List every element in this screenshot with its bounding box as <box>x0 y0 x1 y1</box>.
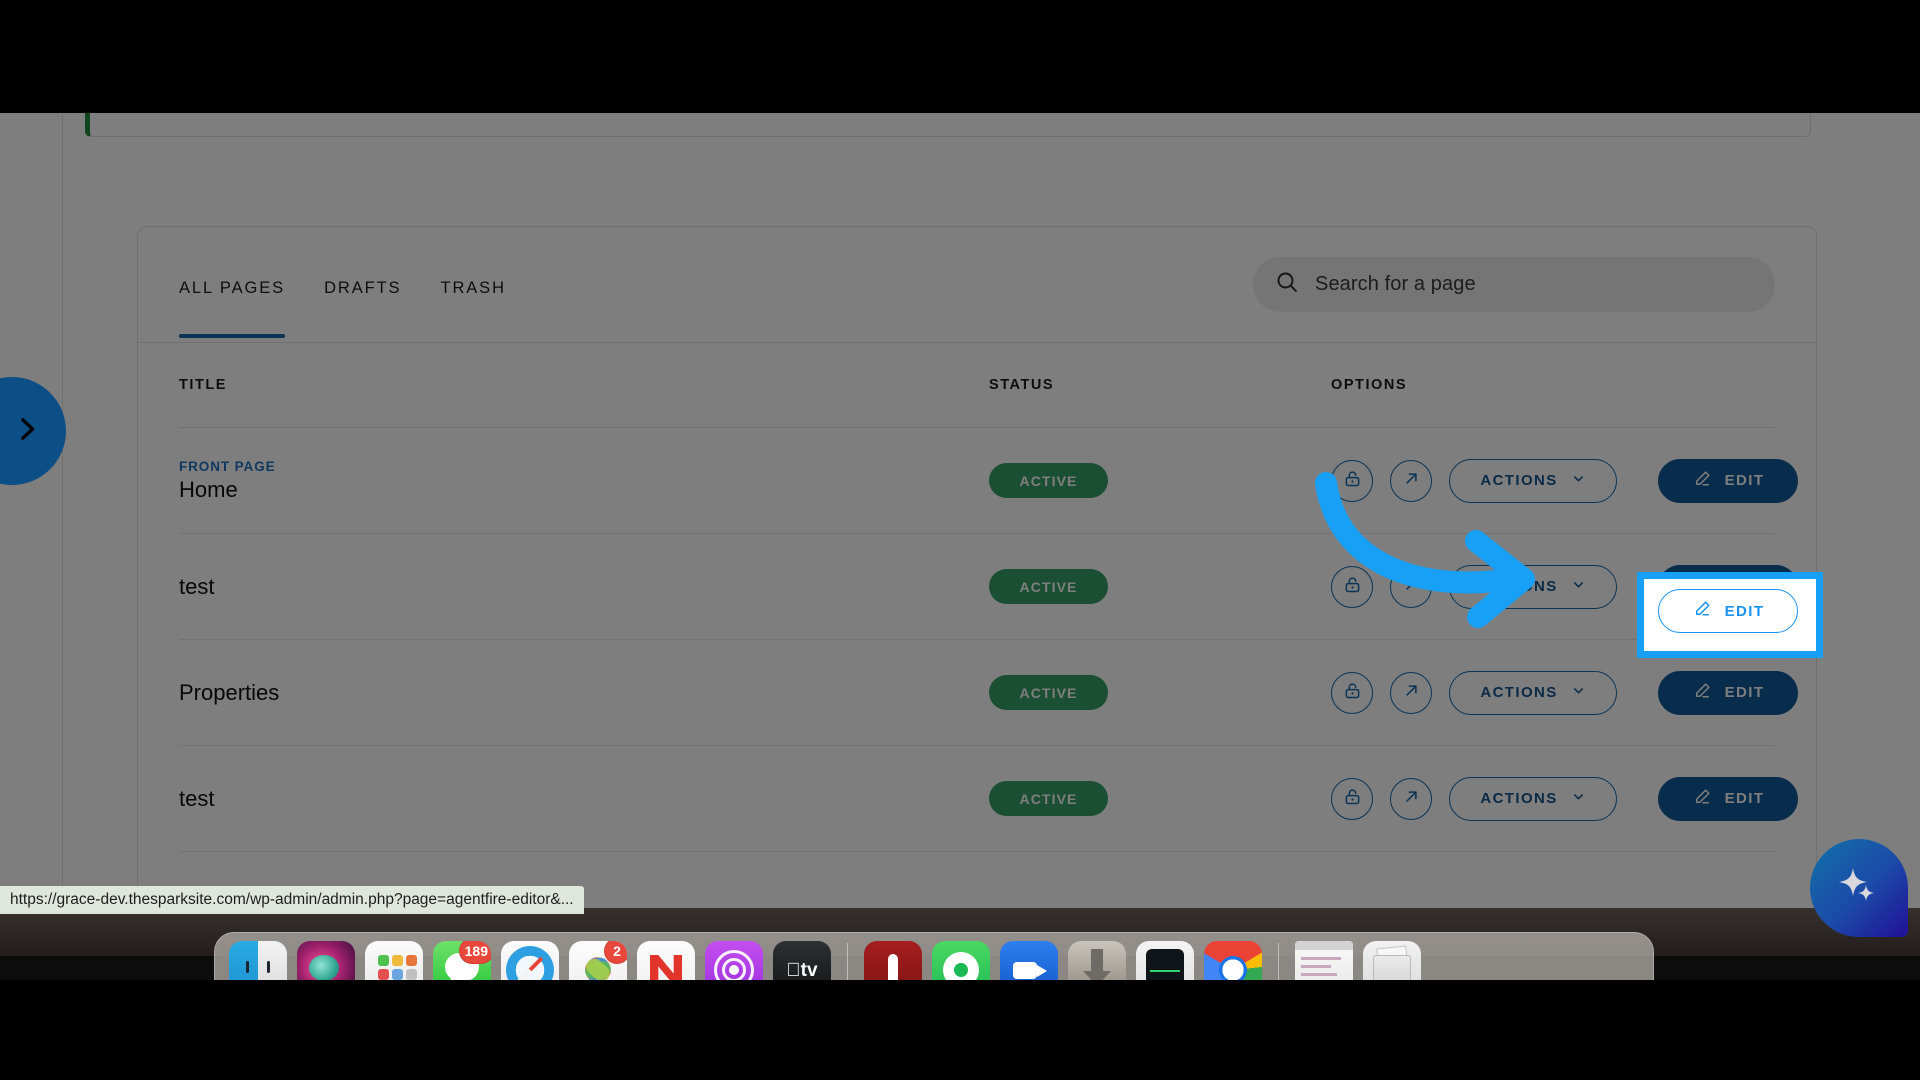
chevron-down-icon <box>1571 577 1586 597</box>
actions-label: ACTIONS <box>1480 684 1558 701</box>
lock-icon <box>1342 574 1363 600</box>
row-page-title[interactable]: Home <box>179 477 989 503</box>
tab-drafts[interactable]: DRAFTS <box>324 279 401 338</box>
actions-dropdown[interactable]: ACTIONS <box>1449 564 1617 609</box>
pencil-icon <box>1692 468 1713 494</box>
external-link-icon <box>1401 786 1422 812</box>
sparkles-icon <box>1833 860 1885 917</box>
external-link-icon <box>1401 574 1422 600</box>
column-header-options: OPTIONS <box>1331 377 1408 393</box>
dock-badge-messages: 189 <box>458 941 491 964</box>
table-row[interactable]: test ACTIVE ACTIONS EDIT <box>179 746 1798 852</box>
row-status-cell: ACTIVE <box>989 569 1331 604</box>
actions-dropdown[interactable]: ACTIONS <box>1449 776 1617 821</box>
row-page-title[interactable]: test <box>179 574 989 600</box>
screen-bezel <box>0 980 1920 988</box>
row-status-cell: ACTIVE <box>989 781 1331 816</box>
ai-assistant-button[interactable] <box>1810 839 1908 937</box>
lock-button[interactable] <box>1331 565 1373 608</box>
screenshot-stage: ALL PAGES DRAFTS TRASH Search for a page… <box>0 0 1920 1080</box>
open-page-button[interactable] <box>1390 459 1432 502</box>
table-row[interactable]: test ACTIVE ACTIONS EDIT <box>179 534 1798 640</box>
open-page-button[interactable] <box>1390 671 1432 714</box>
edit-button[interactable]: EDIT <box>1658 670 1798 715</box>
edit-label: EDIT <box>1724 790 1765 807</box>
external-link-icon <box>1401 468 1422 494</box>
row-title-cell: FRONT PAGE Home <box>179 459 989 503</box>
status-badge: ACTIVE <box>989 675 1108 710</box>
open-page-button[interactable] <box>1390 565 1432 608</box>
lock-icon <box>1342 680 1363 706</box>
search-placeholder: Search for a page <box>1315 273 1476 295</box>
browser-viewport: ALL PAGES DRAFTS TRASH Search for a page… <box>0 113 1920 908</box>
row-title-cell: test <box>179 574 989 600</box>
row-title-cell: Properties <box>179 680 989 706</box>
search-input[interactable]: Search for a page <box>1253 257 1775 312</box>
actions-label: ACTIONS <box>1480 472 1558 489</box>
actions-dropdown[interactable]: ACTIONS <box>1449 670 1617 715</box>
tab-trash[interactable]: TRASH <box>440 279 505 338</box>
actions-dropdown[interactable]: ACTIONS <box>1449 458 1617 503</box>
status-badge: ACTIVE <box>989 463 1108 498</box>
lock-icon <box>1342 468 1363 494</box>
lock-button[interactable] <box>1331 777 1373 820</box>
table-row[interactable]: Properties ACTIVE ACTIONS EDIT <box>179 640 1798 746</box>
search-icon <box>1275 270 1299 299</box>
status-badge: ACTIVE <box>989 569 1108 604</box>
edit-button[interactable]: EDIT <box>1658 776 1798 821</box>
dock-badge-photos: 2 <box>604 941 627 964</box>
chevron-down-icon <box>1571 471 1586 491</box>
status-badge: ACTIVE <box>989 781 1108 816</box>
card-header: ALL PAGES DRAFTS TRASH Search for a page <box>138 227 1816 343</box>
browser-status-url: https://grace-dev.thesparksite.com/wp-ad… <box>0 886 584 914</box>
table-row[interactable]: FRONT PAGE Home ACTIVE ACTIONS EDIT <box>179 428 1798 534</box>
row-status-cell: ACTIVE <box>989 463 1331 498</box>
table-header-row: TITLE STATUS OPTIONS <box>179 343 1775 428</box>
edit-label: EDIT <box>1724 684 1765 701</box>
open-page-button[interactable] <box>1390 777 1432 820</box>
chevron-down-icon <box>1571 789 1586 809</box>
row-title-cell: test <box>179 786 989 812</box>
tab-bar: ALL PAGES DRAFTS TRASH <box>179 279 506 338</box>
chevron-right-icon <box>0 412 44 451</box>
lock-button[interactable] <box>1331 671 1373 714</box>
sidebar-divider <box>62 113 63 908</box>
row-page-title[interactable]: Properties <box>179 680 989 706</box>
tab-trash-label: TRASH <box>440 279 506 297</box>
edit-button[interactable]: EDIT <box>1658 564 1798 609</box>
edit-label: EDIT <box>1724 472 1765 489</box>
pages-card: ALL PAGES DRAFTS TRASH Search for a page… <box>137 226 1817 908</box>
edit-button[interactable]: EDIT <box>1658 458 1798 503</box>
tab-all-pages-label: ALL PAGES <box>179 279 286 297</box>
row-options-cell: ACTIONS EDIT <box>1331 458 1798 503</box>
tab-all-pages[interactable]: ALL PAGES <box>179 279 286 338</box>
lock-icon <box>1342 786 1363 812</box>
front-page-tag: FRONT PAGE <box>179 458 276 474</box>
actions-label: ACTIONS <box>1480 790 1558 807</box>
external-link-icon <box>1401 680 1422 706</box>
macos-dock-area: 189 2 tv <box>0 908 1920 988</box>
edit-label: EDIT <box>1724 578 1765 595</box>
row-status-cell: ACTIVE <box>989 675 1331 710</box>
lock-button[interactable] <box>1331 459 1373 502</box>
pencil-icon <box>1692 680 1713 706</box>
pages-table: TITLE STATUS OPTIONS FRONT PAGE Home ACT… <box>138 343 1816 852</box>
pencil-icon <box>1692 786 1713 812</box>
column-header-title: TITLE <box>179 377 228 393</box>
column-header-status: STATUS <box>989 377 1055 393</box>
chevron-down-icon <box>1571 683 1586 703</box>
row-options-cell: ACTIONS EDIT <box>1331 776 1798 821</box>
pencil-icon <box>1692 574 1713 600</box>
row-options-cell: ACTIONS EDIT <box>1331 564 1798 609</box>
tab-drafts-label: DRAFTS <box>324 279 402 297</box>
row-options-cell: ACTIONS EDIT <box>1331 670 1798 715</box>
partial-top-card <box>85 113 1811 137</box>
actions-label: ACTIONS <box>1480 578 1558 595</box>
row-page-title[interactable]: test <box>179 786 989 812</box>
